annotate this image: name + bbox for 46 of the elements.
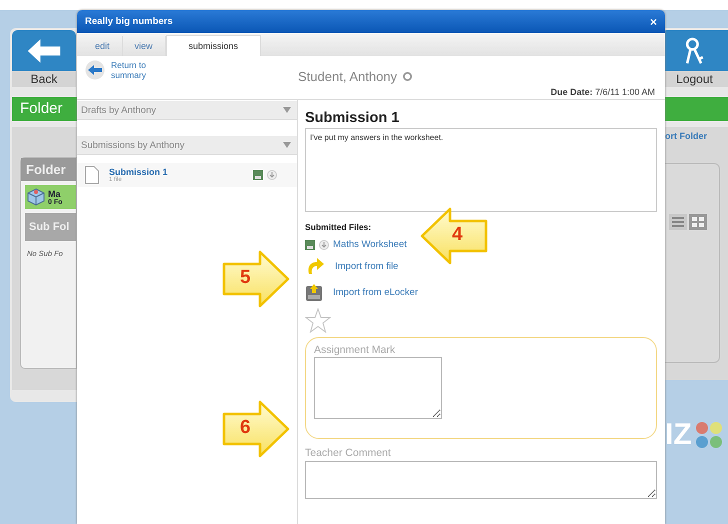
comment-box: I've put my answers in the worksheet. xyxy=(305,128,657,212)
back-button[interactable]: Back xyxy=(12,30,76,87)
download-icon[interactable] xyxy=(267,170,277,180)
teacher-comment-field[interactable] xyxy=(305,461,657,499)
gear-icon[interactable] xyxy=(403,72,412,81)
file-icon xyxy=(253,170,263,180)
mark-label: Assignment Mark xyxy=(314,344,396,356)
callout-number: 4 xyxy=(452,224,463,246)
file-icon xyxy=(305,240,315,250)
file-link[interactable]: Maths Worksheet xyxy=(333,239,407,250)
mark-field[interactable] xyxy=(314,357,442,419)
return-link[interactable]: Return to summary xyxy=(111,60,161,80)
callout-number: 5 xyxy=(240,267,251,289)
left-arrow-icon xyxy=(26,37,62,65)
comment-label: Teacher Comment xyxy=(305,447,392,459)
callout-number: 6 xyxy=(240,417,251,439)
tab[interactable]: edit xyxy=(83,36,123,56)
dropdown-arrow-icon xyxy=(283,107,291,113)
due-date: Due Date: 7/6/11 1:00 AM xyxy=(550,87,655,97)
list-view-icon[interactable] xyxy=(669,214,687,230)
colored-dots-logo xyxy=(694,420,723,450)
dropdown[interactable]: Submissions by Anthony xyxy=(77,136,297,155)
folder-name: Ma xyxy=(48,188,62,198)
star-icon[interactable] xyxy=(305,308,331,333)
dropdown-arrow-icon xyxy=(283,142,291,148)
logo-text: IZ xyxy=(665,418,692,452)
files-label: Submitted Files: xyxy=(305,222,372,232)
cube-icon xyxy=(27,188,45,206)
locker-icon xyxy=(305,282,323,302)
folder-header: Folder xyxy=(12,97,77,121)
header-bar xyxy=(665,97,728,121)
document-icon xyxy=(85,166,99,184)
card-title: Folder xyxy=(21,158,76,181)
close-button[interactable]: × xyxy=(650,14,657,28)
tab[interactable]: submissions xyxy=(166,35,262,56)
window-title: Really big numbers xyxy=(85,16,173,27)
submission-title: Submission 1 xyxy=(109,167,168,177)
folder-action-link[interactable]: ort Folder xyxy=(665,127,728,145)
download-icon[interactable] xyxy=(319,240,329,250)
dropdown[interactable]: Drafts by Anthony xyxy=(77,101,297,120)
import-link[interactable]: Import from file xyxy=(335,260,398,272)
submission-heading: Submission 1 xyxy=(305,110,400,126)
student-name: Student, Anthony xyxy=(298,69,398,84)
grid-view-icon[interactable] xyxy=(689,214,707,230)
import-link[interactable]: Import from eLocker xyxy=(333,286,418,298)
subfolder-header: Sub Fol xyxy=(25,213,76,241)
